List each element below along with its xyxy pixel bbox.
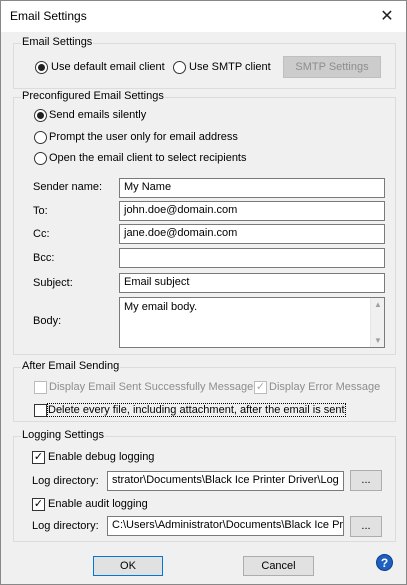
group-label: Email Settings [21, 36, 94, 48]
subject-input[interactable]: Email subject [119, 273, 385, 293]
audit-log-directory-input[interactable]: C:\Users\Administrator\Documents\Black I… [107, 516, 344, 536]
debug-browse-button[interactable]: ... [350, 470, 382, 491]
display-error-label[interactable]: Display Error Message [269, 381, 380, 393]
sender-name-input[interactable]: My Name [119, 178, 385, 198]
body-text: My email body. [124, 301, 198, 313]
open-client-label[interactable]: Open the email client to select recipien… [49, 152, 247, 164]
debug-log-directory-input[interactable]: strator\Documents\Black Ice Printer Driv… [107, 471, 344, 491]
group-label: Preconfigured Email Settings [21, 90, 165, 102]
use-smtp-client-label[interactable]: Use SMTP client [189, 61, 271, 73]
email-settings-dialog: Email Settings ✕ Email Settings Use defa… [0, 0, 407, 585]
use-default-client-label[interactable]: Use default email client [51, 61, 165, 73]
use-default-client-radio[interactable] [35, 61, 48, 74]
to-input[interactable]: john.doe@domain.com [119, 201, 385, 221]
title-bar: Email Settings ✕ [1, 1, 406, 32]
body-scrollbar[interactable]: ▲ ▼ [370, 298, 384, 347]
open-client-radio[interactable] [34, 152, 47, 165]
debug-logging-label[interactable]: Enable debug logging [48, 451, 154, 463]
body-textarea[interactable]: My email body. ▲ ▼ [119, 297, 385, 348]
scroll-up-icon[interactable]: ▲ [374, 300, 382, 309]
display-sent-checkbox[interactable] [34, 381, 47, 394]
cc-label: Cc: [33, 228, 50, 240]
display-error-checkbox[interactable]: ✓ [254, 381, 267, 394]
sender-name-label: Sender name: [33, 181, 103, 193]
close-icon[interactable]: ✕ [374, 4, 400, 28]
prompt-address-label[interactable]: Prompt the user only for email address [49, 131, 238, 143]
check-icon: ✓ [33, 498, 44, 510]
cancel-button[interactable]: Cancel [243, 556, 314, 576]
debug-logging-checkbox[interactable]: ✓ [32, 451, 45, 464]
delete-files-label[interactable]: Delete every file, including attachment,… [47, 403, 346, 417]
prompt-address-radio[interactable] [34, 131, 47, 144]
subject-label: Subject: [33, 277, 73, 289]
use-smtp-client-radio[interactable] [173, 61, 186, 74]
scroll-down-icon[interactable]: ▼ [374, 336, 382, 345]
check-icon: ✓ [33, 451, 44, 463]
help-icon[interactable]: ? [376, 554, 393, 571]
to-label: To: [33, 205, 48, 217]
bcc-label: Bcc: [33, 252, 55, 264]
smtp-settings-button[interactable]: SMTP Settings [283, 56, 381, 78]
audit-browse-button[interactable]: ... [350, 516, 382, 537]
audit-logging-label[interactable]: Enable audit logging [48, 498, 148, 510]
body-label: Body: [33, 315, 62, 327]
send-silently-label[interactable]: Send emails silently [49, 109, 146, 121]
display-sent-label[interactable]: Display Email Sent Successfully Message [49, 381, 253, 393]
cc-input[interactable]: jane.doe@domain.com [119, 224, 385, 244]
window-title: Email Settings [10, 9, 87, 23]
send-silently-radio[interactable] [34, 109, 47, 122]
audit-logging-checkbox[interactable]: ✓ [32, 498, 45, 511]
group-label: Logging Settings [21, 429, 105, 441]
ok-button[interactable]: OK [93, 556, 163, 576]
group-label: After Email Sending [21, 360, 121, 372]
debug-log-directory-label: Log directory: [32, 475, 99, 487]
audit-log-directory-label: Log directory: [32, 520, 99, 532]
check-icon: ✓ [255, 381, 266, 393]
delete-files-checkbox[interactable] [34, 404, 47, 417]
bcc-input[interactable] [119, 248, 385, 268]
